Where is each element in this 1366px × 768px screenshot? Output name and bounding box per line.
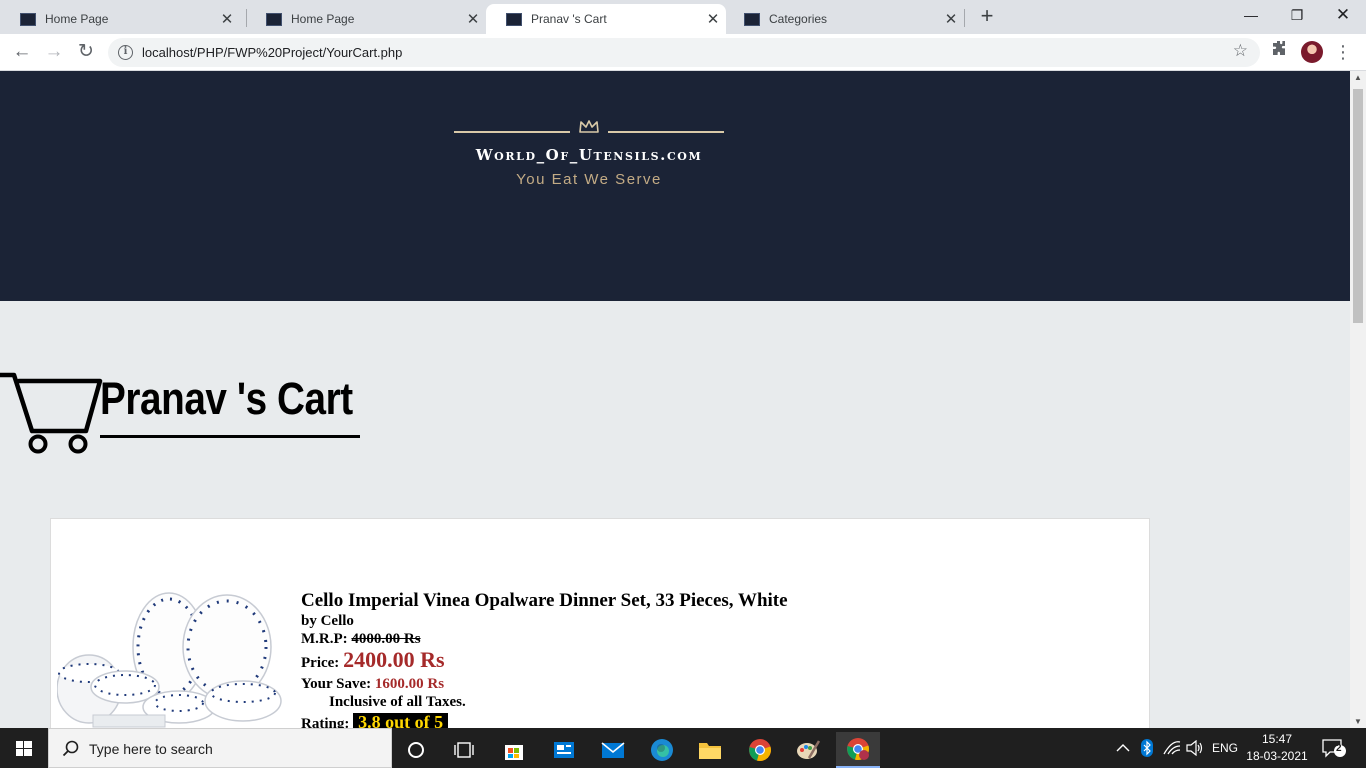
product-details: Cello Imperial Vinea Opalware Dinner Set… bbox=[301, 590, 788, 728]
price-label: Price: bbox=[301, 655, 340, 671]
file-explorer-icon[interactable] bbox=[688, 732, 732, 768]
clock-time: 15:47 bbox=[1261, 732, 1293, 746]
volume-icon[interactable] bbox=[1186, 728, 1204, 768]
browser-toolbar: ← → ↻ i localhost/PHP/FWP%20Project/Your… bbox=[0, 34, 1366, 71]
show-hidden-icons[interactable] bbox=[1116, 728, 1130, 768]
paint-icon[interactable] bbox=[786, 732, 830, 768]
site-favicon-icon bbox=[20, 12, 36, 26]
browser-menu-button[interactable]: ⋮ bbox=[1334, 41, 1352, 63]
product-brand: by Cello bbox=[301, 613, 354, 629]
product-price: Price: 2400.00 Rs bbox=[301, 648, 788, 675]
brand-tagline: You Eat We Serve bbox=[516, 171, 662, 188]
taskbar-search[interactable]: Type here to search bbox=[48, 728, 392, 768]
price-value: 2400.00 Rs bbox=[343, 647, 445, 672]
tab-label: Pranav 's Cart bbox=[531, 12, 607, 26]
forward-icon[interactable]: → bbox=[40, 39, 68, 67]
scrollbar-thumb[interactable] bbox=[1353, 89, 1363, 323]
page-viewport: World_Of_Utensils.com You Eat We Serve P… bbox=[0, 71, 1350, 728]
brand-divider-right bbox=[608, 131, 724, 133]
cart-title: Pranav 's Cart bbox=[100, 373, 353, 424]
reload-icon[interactable]: ↻ bbox=[72, 39, 100, 67]
tab-label: Home Page bbox=[45, 12, 109, 26]
cart-item-card: Cello Imperial Vinea Opalware Dinner Set… bbox=[50, 518, 1150, 728]
close-tab-icon[interactable]: ✕ bbox=[938, 10, 964, 28]
mail-icon[interactable] bbox=[591, 732, 635, 768]
product-rating: Rating: 3.8 out of 5 bbox=[301, 713, 788, 728]
star-icon[interactable]: ☆ bbox=[1233, 41, 1248, 61]
rating-value: 3.8 out of 5 bbox=[353, 713, 449, 728]
page-scrollbar[interactable]: ▲ ▼ bbox=[1350, 71, 1366, 728]
minimize-button[interactable]: — bbox=[1228, 3, 1274, 29]
info-icon[interactable]: i bbox=[118, 45, 133, 60]
tax-note: Inclusive of all Taxes. bbox=[329, 694, 466, 710]
url-text[interactable]: localhost/PHP/FWP%20Project/YourCart.php bbox=[142, 45, 402, 60]
hero-banner: World_Of_Utensils.com You Eat We Serve bbox=[0, 71, 1350, 301]
close-tab-icon[interactable]: ✕ bbox=[214, 10, 240, 28]
product-image[interactable] bbox=[57, 589, 293, 728]
search-placeholder: Type here to search bbox=[89, 741, 213, 757]
wifi-icon[interactable] bbox=[1163, 728, 1181, 768]
system-clock[interactable]: 15:47 18-03-2021 bbox=[1244, 731, 1310, 765]
tab-strip: Home Page ✕ Home Page ✕ Pranav 's Cart ✕… bbox=[0, 0, 1366, 34]
brand-name[interactable]: World_Of_Utensils.com bbox=[440, 146, 738, 164]
crown-icon bbox=[579, 120, 599, 133]
save-label: Your Save: bbox=[301, 676, 372, 692]
scroll-up-icon[interactable]: ▲ bbox=[1350, 73, 1366, 82]
product-title[interactable]: Cello Imperial Vinea Opalware Dinner Set… bbox=[301, 590, 788, 612]
site-favicon-icon bbox=[266, 12, 282, 26]
back-icon[interactable]: ← bbox=[8, 39, 36, 67]
product-mrp: M.R.P: 4000.00 Rs bbox=[301, 630, 788, 648]
windows-taskbar: Type here to search ENG 15:47 18-03-2021… bbox=[0, 728, 1366, 768]
mrp-label: M.R.P: bbox=[301, 631, 348, 647]
clock-date: 18-03-2021 bbox=[1246, 749, 1308, 763]
tab-categories[interactable]: Categories ✕ bbox=[724, 4, 964, 34]
search-icon bbox=[62, 740, 79, 757]
task-view-icon[interactable] bbox=[442, 732, 486, 768]
tab-label: Categories bbox=[769, 12, 828, 26]
brand-divider-left bbox=[454, 131, 570, 133]
address-bar[interactable]: i localhost/PHP/FWP%20Project/YourCart.p… bbox=[108, 38, 1260, 67]
chrome-active-icon[interactable] bbox=[836, 732, 880, 768]
windows-icon[interactable] bbox=[0, 728, 48, 768]
notification-count: 2 bbox=[1336, 743, 1342, 754]
extensions-icon[interactable] bbox=[1268, 40, 1290, 62]
site-favicon-icon bbox=[506, 12, 522, 26]
store-icon[interactable] bbox=[492, 732, 536, 768]
tab-home-1[interactable]: Home Page ✕ bbox=[0, 4, 240, 34]
close-tab-icon[interactable]: ✕ bbox=[460, 10, 486, 28]
new-tab-button[interactable]: + bbox=[973, 5, 1001, 29]
scroll-down-icon[interactable]: ▼ bbox=[1350, 717, 1366, 726]
language-indicator[interactable]: ENG bbox=[1212, 728, 1238, 768]
close-window-button[interactable]: ✕ bbox=[1320, 3, 1366, 29]
save-value: 1600.00 Rs bbox=[374, 676, 445, 692]
cart-title-underline bbox=[100, 435, 360, 438]
notifications-icon[interactable]: 2 bbox=[1322, 738, 1346, 758]
restore-button[interactable]: ❐ bbox=[1274, 3, 1320, 29]
close-tab-icon[interactable]: ✕ bbox=[700, 10, 726, 28]
edge-icon[interactable] bbox=[640, 732, 684, 768]
profile-avatar[interactable] bbox=[1301, 41, 1323, 63]
mrp-value: 4000.00 Rs bbox=[351, 631, 421, 647]
cortana-icon[interactable] bbox=[394, 732, 438, 768]
rating-label: Rating: bbox=[301, 716, 350, 728]
site-favicon-icon bbox=[744, 12, 760, 26]
tab-cart[interactable]: Pranav 's Cart ✕ bbox=[486, 4, 726, 34]
chrome-icon[interactable] bbox=[738, 732, 782, 768]
bluetooth-icon[interactable] bbox=[1140, 728, 1154, 768]
cart-icon bbox=[0, 372, 103, 454]
product-savings: Your Save: 1600.00 Rs bbox=[301, 675, 788, 693]
tab-divider bbox=[964, 9, 965, 27]
tab-home-2[interactable]: Home Page ✕ bbox=[246, 4, 486, 34]
tab-label: Home Page bbox=[291, 12, 355, 26]
news-icon[interactable] bbox=[542, 732, 586, 768]
